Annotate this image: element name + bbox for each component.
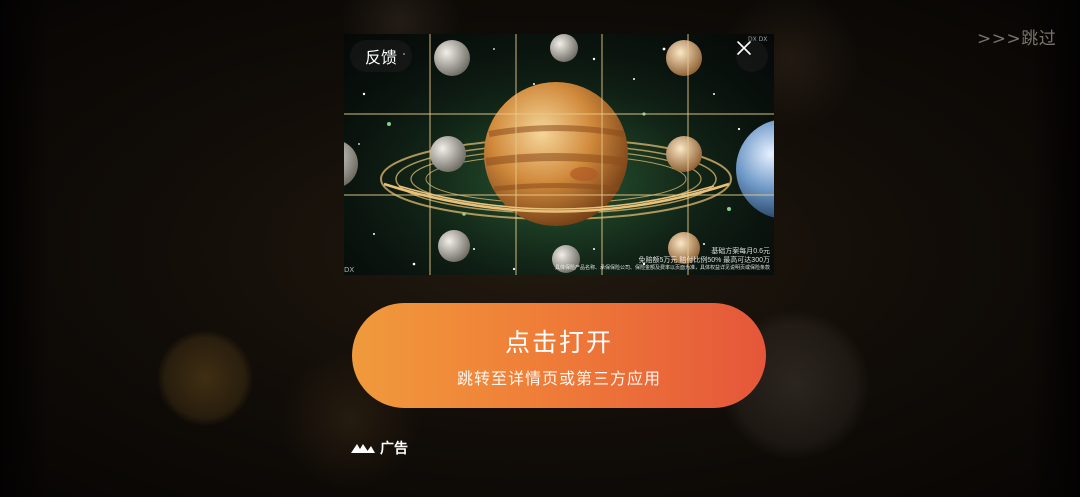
ad-creative-image[interactable]: 反馈 DX DX DX 基础方案每月0.6元 免赔额5万元 赔付比例50% 最高… bbox=[344, 34, 774, 275]
left-shadow bbox=[0, 0, 50, 497]
cta-title: 点击打开 bbox=[504, 327, 613, 357]
open-cta-button[interactable]: 点击打开 跳转至详情页或第三方应用 bbox=[352, 303, 766, 408]
skip-button[interactable]: >>>跳过 bbox=[977, 24, 1056, 49]
right-shadow bbox=[1030, 0, 1080, 497]
disclaimer-line-2: 免赔额5万元 赔付比例50% 最高可达300万 bbox=[638, 257, 770, 264]
ad-network-logo-icon bbox=[351, 444, 375, 453]
ad-badge-label: 广告 bbox=[380, 441, 408, 457]
feedback-button[interactable]: 反馈 bbox=[350, 40, 412, 72]
splash-ad-screen: >>>跳过 反馈 DX DX DX 基础方案每月0.6元 免赔额5万元 赔付比例… bbox=[0, 0, 1080, 497]
ad-badge: 广告 bbox=[350, 438, 408, 458]
close-button[interactable] bbox=[736, 40, 768, 72]
disclaimer-line-1: 基础方案每月0.6元 bbox=[711, 248, 770, 255]
close-icon bbox=[737, 41, 751, 55]
cta-subtitle: 跳转至详情页或第三方应用 bbox=[456, 368, 661, 388]
watermark-left: DX bbox=[344, 266, 355, 274]
disclaimer-line-3: 具体保险产品名称、承保保险公司、保险金额及费率以页面为准，具体权益详见说明页或保… bbox=[554, 265, 770, 271]
space-illustration bbox=[344, 34, 774, 275]
disclaimer-text: 基础方案每月0.6元 免赔额5万元 赔付比例50% 最高可达300万 具体保险产… bbox=[555, 247, 770, 272]
